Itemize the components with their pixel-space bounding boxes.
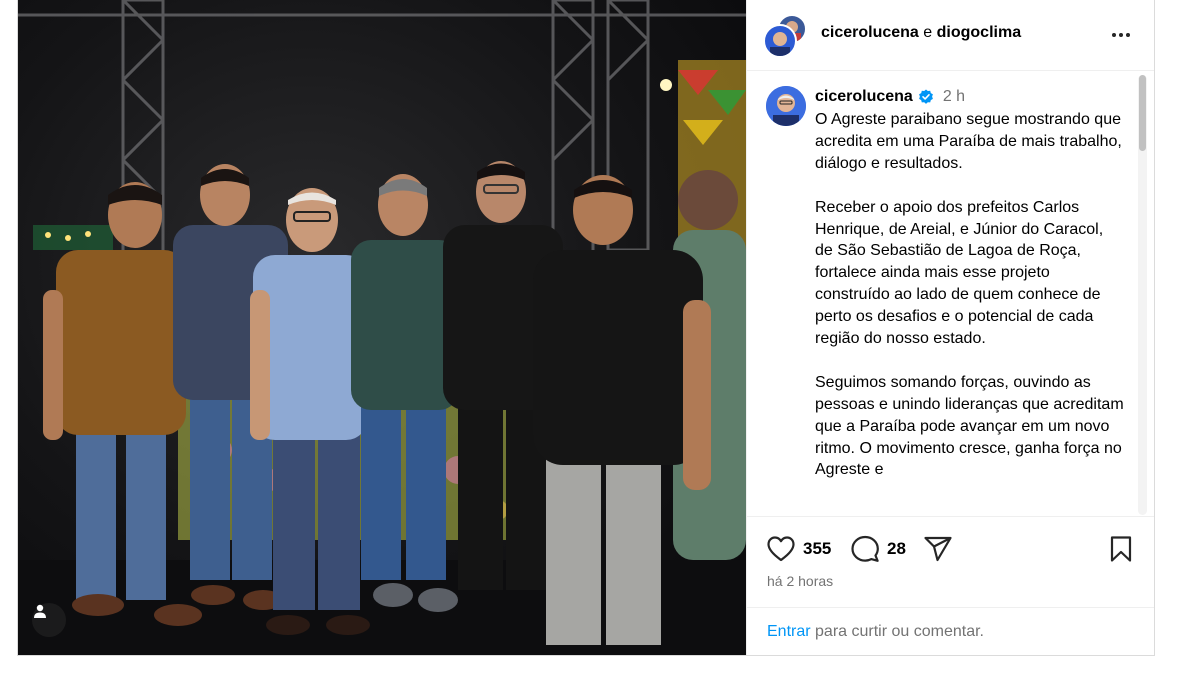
comment-button[interactable]: 28 bbox=[850, 535, 906, 563]
caption-scrollbar[interactable] bbox=[1138, 75, 1147, 515]
group-photo-illustration bbox=[18, 0, 746, 655]
share-button[interactable] bbox=[923, 535, 953, 563]
header-username-1[interactable]: cicerolucena bbox=[821, 24, 919, 41]
more-options-button[interactable] bbox=[1109, 23, 1133, 47]
caption-paragraph-3: Seguimos somando forças, ouvindo as pess… bbox=[815, 373, 1124, 479]
collab-avatars[interactable] bbox=[763, 14, 807, 58]
login-link[interactable]: Entrar bbox=[767, 623, 811, 640]
more-horizontal-icon bbox=[1111, 33, 1116, 37]
like-button[interactable]: 355 bbox=[766, 535, 831, 563]
post-photo[interactable] bbox=[18, 0, 746, 655]
post-header: cicerolucena e diogoclima bbox=[747, 0, 1154, 71]
heart-icon bbox=[767, 536, 795, 562]
caption-paragraph-1: O Agreste paraibano segue mostrando que … bbox=[815, 111, 1122, 172]
post-actions: 355 28 há 2 horas bbox=[747, 516, 1154, 607]
collab-title: cicerolucena e diogoclima bbox=[821, 24, 1021, 42]
bookmark-icon bbox=[1110, 536, 1132, 562]
verified-badge-icon bbox=[918, 89, 933, 104]
user-tag-icon bbox=[34, 604, 46, 618]
caption-area: cicerolucena 2 h O Agreste paraibano seg… bbox=[747, 71, 1154, 516]
like-count[interactable]: 355 bbox=[803, 539, 831, 559]
header-username-2[interactable]: diogoclima bbox=[937, 24, 1021, 41]
comment-count[interactable]: 28 bbox=[887, 539, 906, 559]
login-rest-text: para curtir ou comentar. bbox=[810, 623, 984, 640]
user-tag-button[interactable] bbox=[32, 603, 66, 637]
caption-text: O Agreste paraibano segue mostrando que … bbox=[815, 109, 1125, 503]
header-conjunction: e bbox=[923, 24, 933, 41]
instagram-post: cicerolucena e diogoclima cicerolucena 2… bbox=[17, 0, 1155, 656]
caption-username[interactable]: cicerolucena bbox=[815, 88, 913, 106]
paper-plane-icon bbox=[924, 536, 952, 562]
post-time-ago[interactable]: há 2 horas bbox=[767, 573, 833, 589]
login-prompt: Entrar para curtir ou comentar. bbox=[747, 607, 1154, 655]
caption-time: 2 h bbox=[942, 88, 966, 105]
login-text: Entrar para curtir ou comentar. bbox=[767, 623, 984, 641]
caption-header: cicerolucena 2 h bbox=[815, 88, 965, 106]
comment-bubble-icon bbox=[851, 535, 879, 562]
caption-avatar[interactable] bbox=[766, 86, 806, 126]
post-side-panel: cicerolucena e diogoclima cicerolucena 2… bbox=[746, 0, 1154, 655]
caption-paragraph-2: Receber o apoio dos prefeitos Carlos Hen… bbox=[815, 198, 1104, 348]
avatar-cicerolucena[interactable] bbox=[763, 24, 797, 58]
scrollbar-thumb[interactable] bbox=[1139, 75, 1146, 151]
save-button[interactable] bbox=[1109, 535, 1133, 563]
